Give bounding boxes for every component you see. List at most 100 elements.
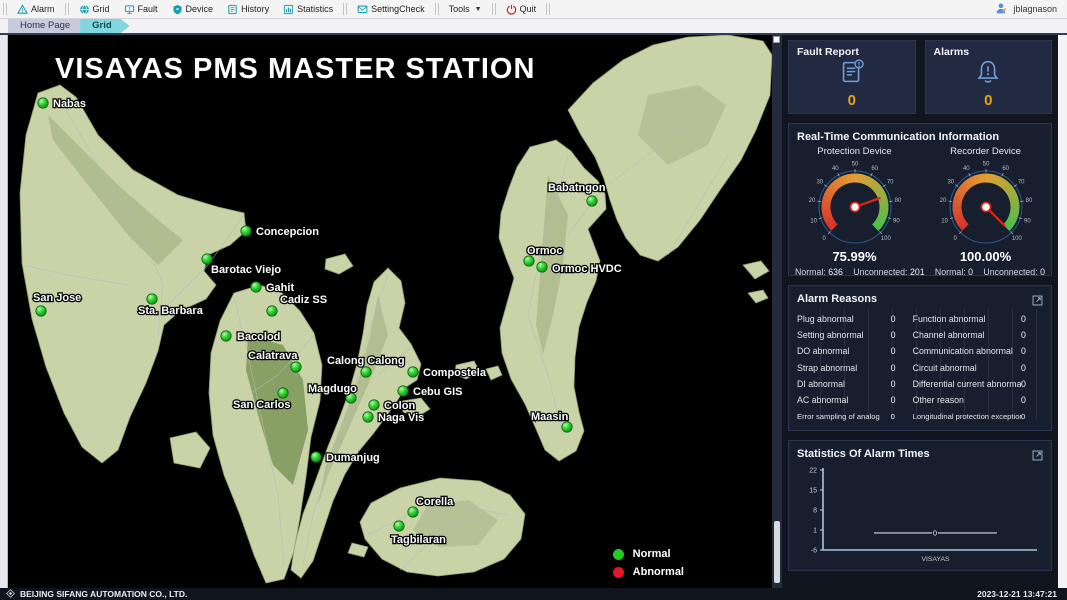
chevron-down-icon: ▼ (475, 6, 482, 13)
toolbar-button-statistics[interactable]: Statistics (276, 0, 340, 18)
alarm-times-chart: 221581-60VISAYAS (789, 462, 1049, 566)
scrollbar-thumb[interactable] (774, 521, 780, 583)
toolbar-button-grid[interactable]: Grid (72, 0, 117, 18)
reason-row: AC abnormal 0 (797, 392, 913, 408)
svg-text:60: 60 (871, 166, 878, 172)
reason-row: Error sampling of analog 0 (797, 408, 913, 424)
toolbar-button-fault[interactable]: Fault (117, 0, 165, 18)
svg-text:50: 50 (982, 162, 989, 168)
svg-text:10: 10 (941, 218, 948, 224)
marker-label: Barotac Viejo (211, 264, 281, 276)
expand-icon[interactable] (1032, 448, 1043, 466)
reason-row: DI abnormal 0 (797, 376, 913, 392)
toolbar-grip[interactable] (435, 3, 439, 15)
marker-label: Cebu GIS (413, 386, 463, 398)
alarms-card[interactable]: Alarms 0 (925, 40, 1053, 114)
toolbar-button-settingcheck[interactable]: SettingCheck (350, 0, 432, 18)
reason-row: Longitudinal protection exception 0 (913, 408, 1043, 424)
marker-label: Ormoc (527, 245, 562, 257)
reason-label: Plug abnormal (797, 314, 891, 324)
toolbar-grip[interactable] (492, 3, 496, 15)
toolbar-grip[interactable] (3, 3, 7, 15)
alarm-stats-panel: Statistics Of Alarm Times 221581-60VISAY… (788, 440, 1052, 571)
map-marker-colon[interactable]: Colon (369, 400, 416, 412)
svg-text:0: 0 (822, 236, 826, 242)
fault-report-card[interactable]: Fault Report 0 (788, 40, 916, 114)
map-canvas[interactable]: Nabas San Jose Sta. Barbara Concepcion B… (8, 35, 772, 588)
reason-value: 0 (1021, 314, 1043, 324)
marker-label: Ormoc HVDC (552, 263, 622, 275)
toolbar-button-quit[interactable]: Quit (499, 0, 544, 18)
toolbar-button-label: Device (186, 4, 214, 14)
svg-text:20: 20 (939, 198, 946, 204)
toolbar-button-label: History (241, 4, 269, 14)
user-chip[interactable]: jblagnason (995, 0, 1057, 18)
map-marker-gahit[interactable]: Gahit (251, 282, 295, 294)
toolbar-button-alarm[interactable]: Alarm (10, 0, 62, 18)
comm-panel-title: Real-Time Communication Information (789, 124, 1051, 145)
marker-label: Bacolod (237, 331, 280, 343)
fault-report-value: 0 (789, 92, 915, 109)
svg-text:0: 0 (933, 528, 937, 537)
reason-value: 0 (891, 412, 913, 421)
fault-report-icon (789, 57, 915, 87)
reason-row: Setting abnormal 0 (797, 327, 913, 343)
reason-label: AC abnormal (797, 395, 891, 405)
legend-abnormal-label: Abnormal (633, 566, 684, 578)
reason-label: Error sampling of analog (797, 412, 891, 421)
reason-label: Channel abnormal (913, 330, 1021, 340)
toolbar-button-tools[interactable]: Tools ▼ (442, 0, 489, 18)
svg-text:30: 30 (816, 179, 823, 185)
svg-text:60: 60 (1002, 166, 1009, 172)
svg-text:8: 8 (813, 508, 817, 515)
marker-label: Calatrava (248, 350, 298, 362)
monitor-icon (124, 4, 135, 15)
toolbar-button-label: Statistics (297, 4, 333, 14)
marker-label: Babatngon (548, 182, 606, 194)
toolbar-button-label: Tools (449, 4, 470, 14)
gauge-cell-0: 010203040506070809010075.99% (789, 157, 920, 264)
right-panel: Fault Report 0 Alarms 0 Real-Time Commun… (782, 35, 1058, 588)
gauge-cell-1: 0102030405060708090100100.00% (920, 157, 1051, 264)
map-legend: Normal Abnormal (613, 542, 684, 578)
svg-text:90: 90 (1024, 218, 1031, 224)
toolbar-button-device[interactable]: Device (165, 0, 221, 18)
vertical-scrollbar[interactable] (772, 35, 782, 588)
marker-label: Concepcion (256, 226, 319, 238)
reason-value: 0 (891, 379, 913, 389)
tab-grid[interactable]: Grid (80, 19, 130, 33)
toolbar-grip[interactable] (546, 3, 550, 15)
svg-text:30: 30 (947, 179, 954, 185)
svg-text:100: 100 (1011, 236, 1022, 242)
toolbar-button-label: Grid (93, 4, 110, 14)
toolbar-grip[interactable] (65, 3, 69, 15)
map-marker-nabas[interactable]: Nabas (38, 98, 86, 110)
svg-text:20: 20 (808, 198, 815, 204)
toolbar-button-label: Fault (138, 4, 158, 14)
marker-label: Sta. Barbara (138, 305, 204, 317)
svg-text:40: 40 (962, 166, 969, 172)
reason-value: 0 (891, 346, 913, 356)
reason-row: Other reason 0 (913, 392, 1043, 408)
marker-label: Dumanjug (326, 452, 380, 464)
tab-home-page[interactable]: Home Page (8, 19, 88, 33)
panel-collapse-toggle[interactable] (773, 36, 780, 43)
map-title: VISAYAS PMS MASTER STATION (55, 53, 535, 86)
reason-label: Function abnormal (913, 314, 1021, 324)
svg-text:80: 80 (1025, 198, 1032, 204)
visayas-map[interactable]: Nabas San Jose Sta. Barbara Concepcion B… (8, 35, 772, 588)
toolbar-button-history[interactable]: History (220, 0, 276, 18)
marker-label: Magdugo (308, 383, 357, 395)
left-splitter[interactable] (0, 35, 8, 588)
reason-value: 0 (1021, 379, 1043, 389)
toolbar-grip[interactable] (343, 3, 347, 15)
legend-abnormal-dot (613, 567, 624, 578)
statistics-icon (283, 4, 294, 15)
gauge-label-protection: Protection Device (789, 146, 920, 157)
alarm-icon (17, 4, 28, 15)
user-name: jblagnason (1013, 4, 1057, 14)
gauge-percent: 100.00% (960, 249, 1011, 264)
company-name: BEIJING SIFANG AUTOMATION CO., LTD. (20, 589, 187, 599)
unconnected-count-1: Unconnected: 0 (983, 267, 1045, 277)
alarm-stats-title: Statistics Of Alarm Times (789, 441, 1051, 462)
